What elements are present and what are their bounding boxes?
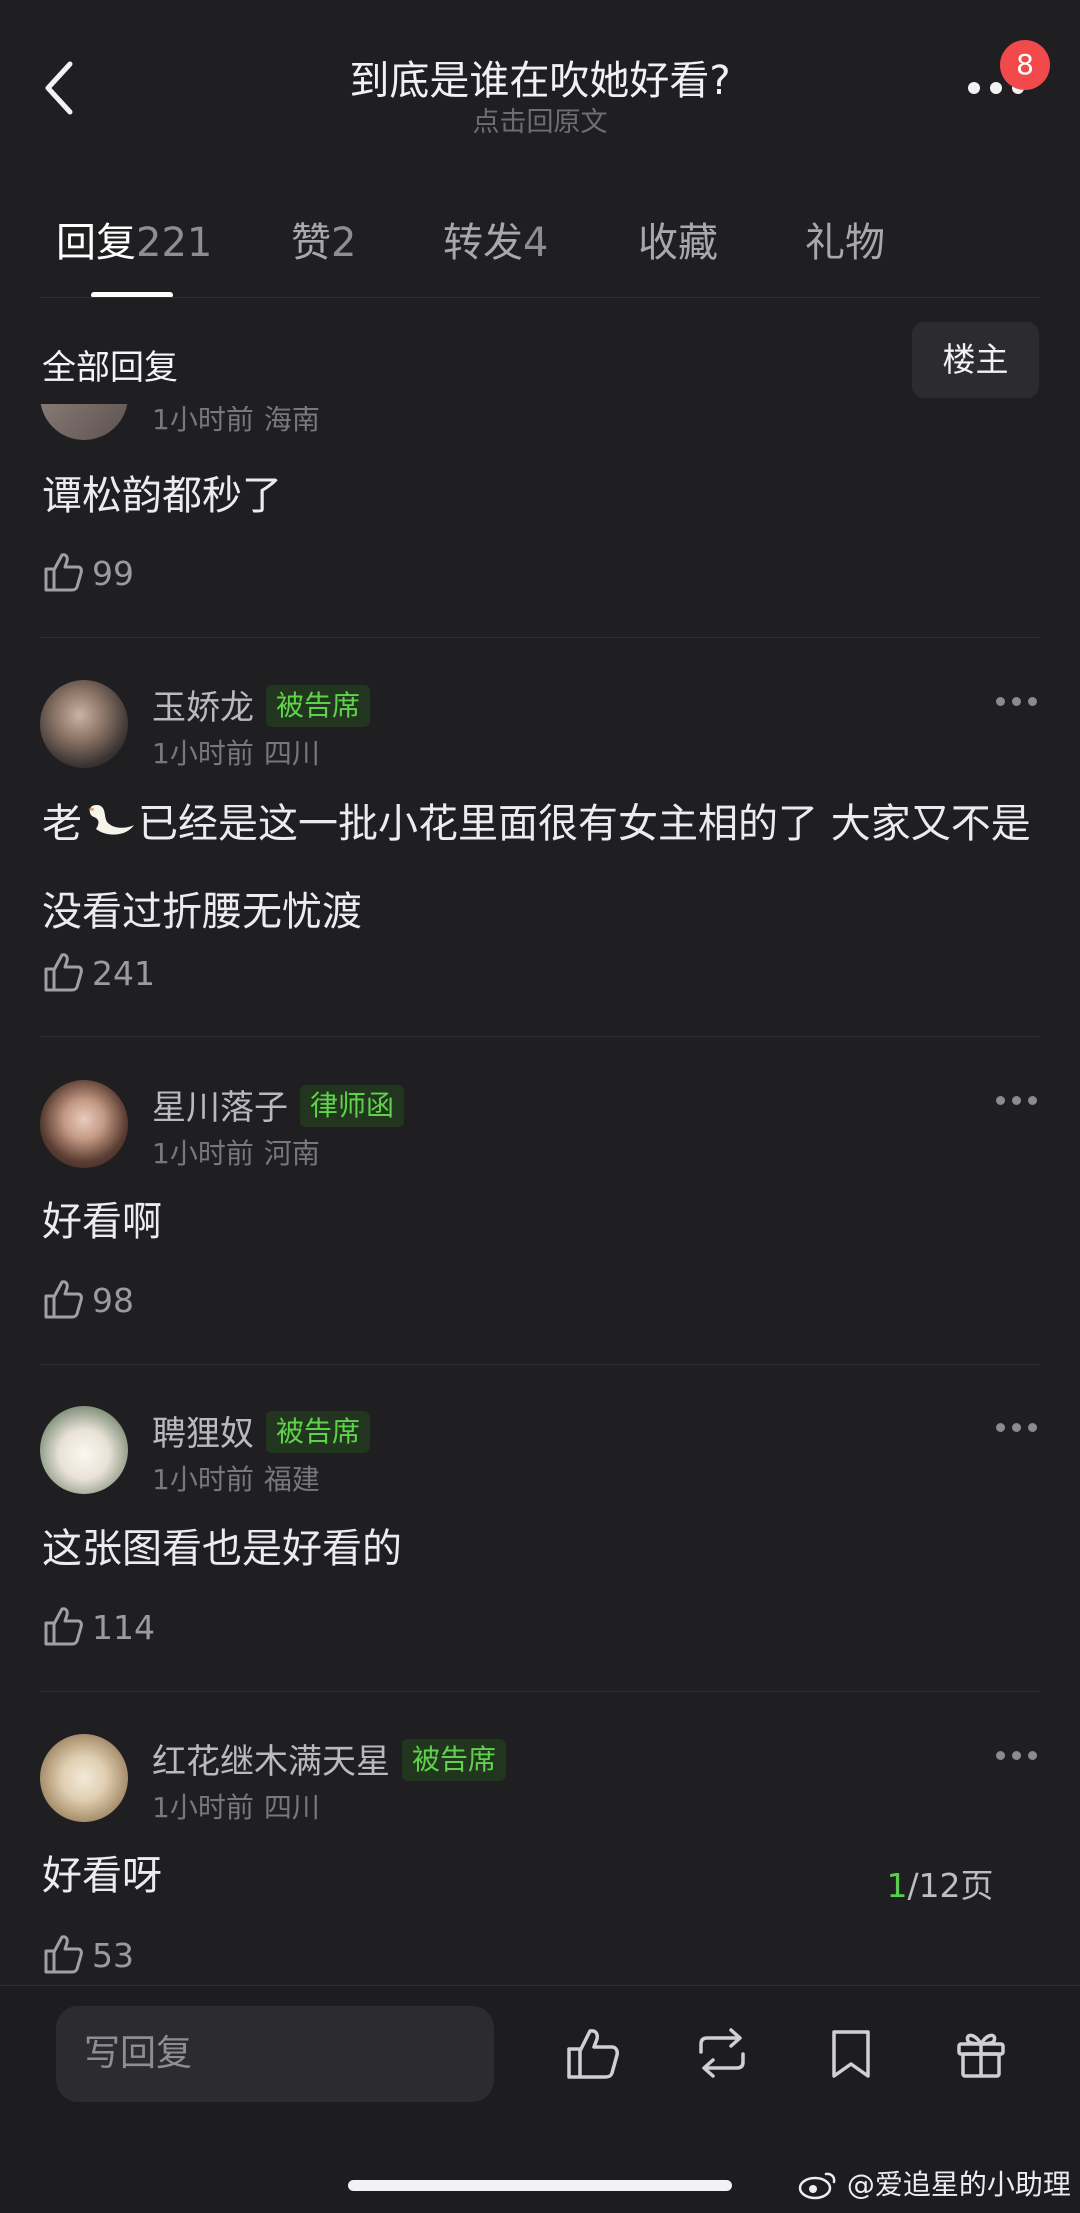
bookmark-icon[interactable]	[822, 2024, 880, 2082]
home-indicator[interactable]	[348, 2180, 732, 2191]
avatar[interactable]	[40, 1406, 128, 1494]
user-tag: 被告席	[266, 685, 371, 727]
comment-text: 这张图看也是好看的	[42, 1526, 402, 1572]
user-tag: 被告席	[402, 1739, 507, 1781]
divider	[40, 637, 1040, 638]
comment-meta: 1小时前 福建	[152, 1463, 320, 1496]
notification-badge: 8	[1000, 40, 1050, 90]
gift-icon[interactable]	[952, 2024, 1010, 2082]
like-count: 98	[92, 1281, 134, 1320]
like-count: 241	[92, 954, 155, 993]
tab-favorites[interactable]: 收藏	[638, 210, 718, 268]
thumbs-up-icon	[44, 953, 83, 992]
username[interactable]: 星川落子 律师函	[152, 1080, 405, 1129]
comment-meta: 1小时前 河南	[152, 1137, 320, 1170]
divider	[40, 1036, 1040, 1037]
post-title[interactable]: 到底是谁在吹她好看?	[0, 48, 1080, 106]
username[interactable]: 红花继木满天星 被告席	[152, 1734, 507, 1783]
comment-text: 老已经是这一批小花里面很有女主相的了 大家又不是没看过折腰无忧渡	[42, 801, 1031, 935]
user-tag: 被告席	[266, 1411, 371, 1453]
like-icon[interactable]	[563, 2024, 621, 2082]
tab-reposts[interactable]: 转发4	[443, 210, 548, 268]
comment-more-icon[interactable]	[996, 1096, 1038, 1106]
avatar[interactable]	[40, 1080, 128, 1168]
top-bar: 到底是谁在吹她好看? 点击回原文 8	[0, 0, 1080, 180]
tab-count: 221	[136, 220, 213, 266]
like-count: 114	[92, 1608, 155, 1647]
comment-location: 海南	[263, 406, 320, 434]
comment-text: 谭松韵都秒了	[42, 473, 282, 519]
tab-count: 2	[331, 220, 357, 266]
op-only-button[interactable]: 楼主	[912, 322, 1039, 398]
comment-more-icon[interactable]	[996, 697, 1038, 707]
comment-meta: 1小时前 四川	[152, 1791, 320, 1824]
tab-likes[interactable]: 赞2	[291, 210, 356, 268]
tab-label: 赞	[291, 220, 331, 266]
divider	[40, 1364, 1040, 1365]
comment-more-icon[interactable]	[996, 1423, 1038, 1433]
reply-input[interactable]: 写回复	[56, 2006, 494, 2102]
thumbs-up-icon	[44, 1935, 83, 1974]
comment-meta: 1小时前 海南	[152, 406, 320, 434]
tab-label: 礼物	[805, 220, 885, 266]
username[interactable]: 玉娇龙 被告席	[152, 680, 371, 729]
divider	[40, 1691, 1040, 1692]
thumbs-up-icon	[44, 1280, 83, 1319]
comment-more-icon[interactable]	[996, 1751, 1038, 1761]
swan-emoji-icon	[88, 805, 134, 835]
repost-icon[interactable]	[693, 2024, 751, 2082]
comment-text: 好看啊	[42, 1199, 162, 1245]
tab-label: 转发	[443, 220, 523, 266]
divider	[40, 297, 1040, 298]
page-indicator[interactable]: 1/12页	[850, 1860, 1030, 1912]
avatar[interactable]	[40, 404, 128, 440]
watermark: @爱追星的小助理	[798, 2163, 1071, 2203]
thumbs-up-icon	[44, 553, 83, 592]
username[interactable]: 聘狸奴 被告席	[152, 1406, 371, 1455]
avatar[interactable]	[40, 680, 128, 768]
thumbs-up-icon	[44, 1607, 83, 1646]
back-to-original-link[interactable]: 点击回原文	[0, 100, 1080, 139]
user-tag: 律师函	[300, 1085, 405, 1127]
avatar[interactable]	[40, 1734, 128, 1822]
like-count: 99	[92, 554, 134, 593]
tab-label: 回复	[56, 220, 136, 266]
tab-label: 收藏	[638, 220, 718, 266]
tab-gifts[interactable]: 礼物	[805, 210, 885, 268]
tab-bar: 回复221 赞2 转发4 收藏 礼物	[0, 210, 1080, 300]
comment-time: 1小时前	[152, 406, 254, 434]
weibo-logo-icon	[798, 2172, 836, 2200]
like-count: 53	[92, 1936, 134, 1975]
all-replies-label: 全部回复	[42, 348, 178, 388]
tab-count: 4	[523, 220, 549, 266]
tab-replies[interactable]: 回复221	[56, 210, 212, 268]
comment-meta: 1小时前 四川	[152, 737, 320, 770]
